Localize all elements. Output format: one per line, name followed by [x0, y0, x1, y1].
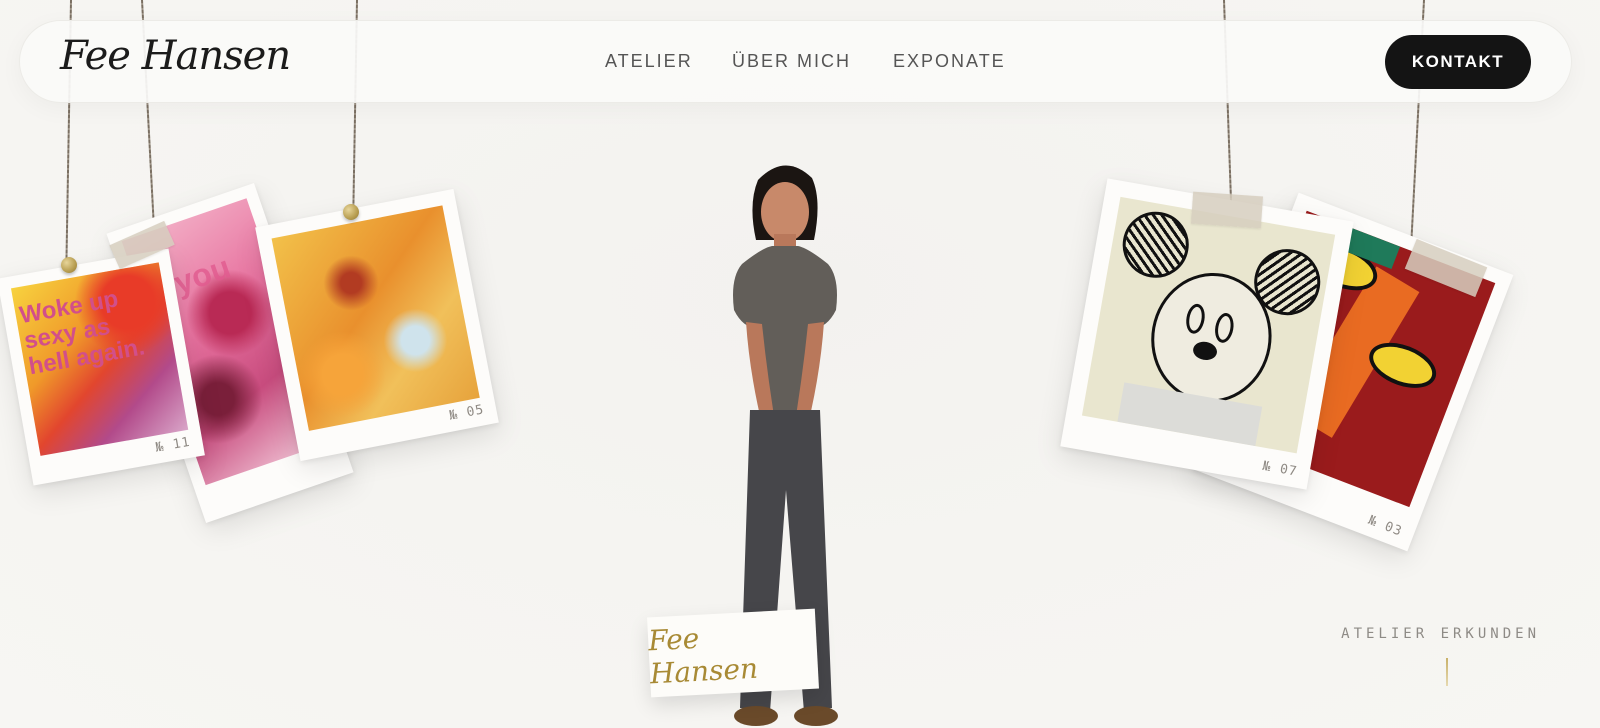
artwork-image: [1081, 196, 1336, 454]
artwork-number: № 05: [448, 402, 486, 424]
artwork-number: № 03: [1366, 512, 1405, 540]
nav-item-atelier[interactable]: ATELIER: [605, 51, 693, 72]
nav-item-ueber-mich[interactable]: ÜBER MICH: [732, 51, 851, 72]
tape-strip: [1190, 191, 1264, 229]
site-header: Fee Hansen ATELIER ÜBER MICH EXPONATE KO…: [19, 20, 1572, 103]
artwork-number: № 07: [1261, 458, 1299, 480]
artwork-polaroid[interactable]: Woke up sexy as hell again. № 11: [0, 248, 205, 486]
hero-stage: k you Woke up sexy as hell again. № 11 №…: [0, 0, 1600, 728]
artwork-image: Woke up sexy as hell again.: [10, 262, 189, 456]
pin: [343, 204, 359, 220]
brand-logo[interactable]: Fee Hansen: [60, 33, 291, 79]
nav-item-exponate[interactable]: EXPONATE: [893, 51, 1006, 72]
scroll-indicator-line: [1446, 658, 1448, 686]
contact-button[interactable]: KONTAKT: [1385, 35, 1531, 89]
artwork-polaroid[interactable]: № 05: [255, 188, 499, 462]
artwork-number: № 11: [154, 434, 192, 456]
artwork-text: Woke up sexy as hell again.: [17, 285, 147, 381]
explore-atelier-link[interactable]: ATELIER ERKUNDEN: [1341, 626, 1540, 642]
artwork-image: [271, 205, 480, 431]
signature-card: Fee Hansen: [647, 608, 819, 698]
signature-text: Fee Hansen: [647, 621, 759, 691]
artwork-polaroid[interactable]: № 07: [1060, 178, 1354, 490]
pin: [61, 257, 77, 273]
